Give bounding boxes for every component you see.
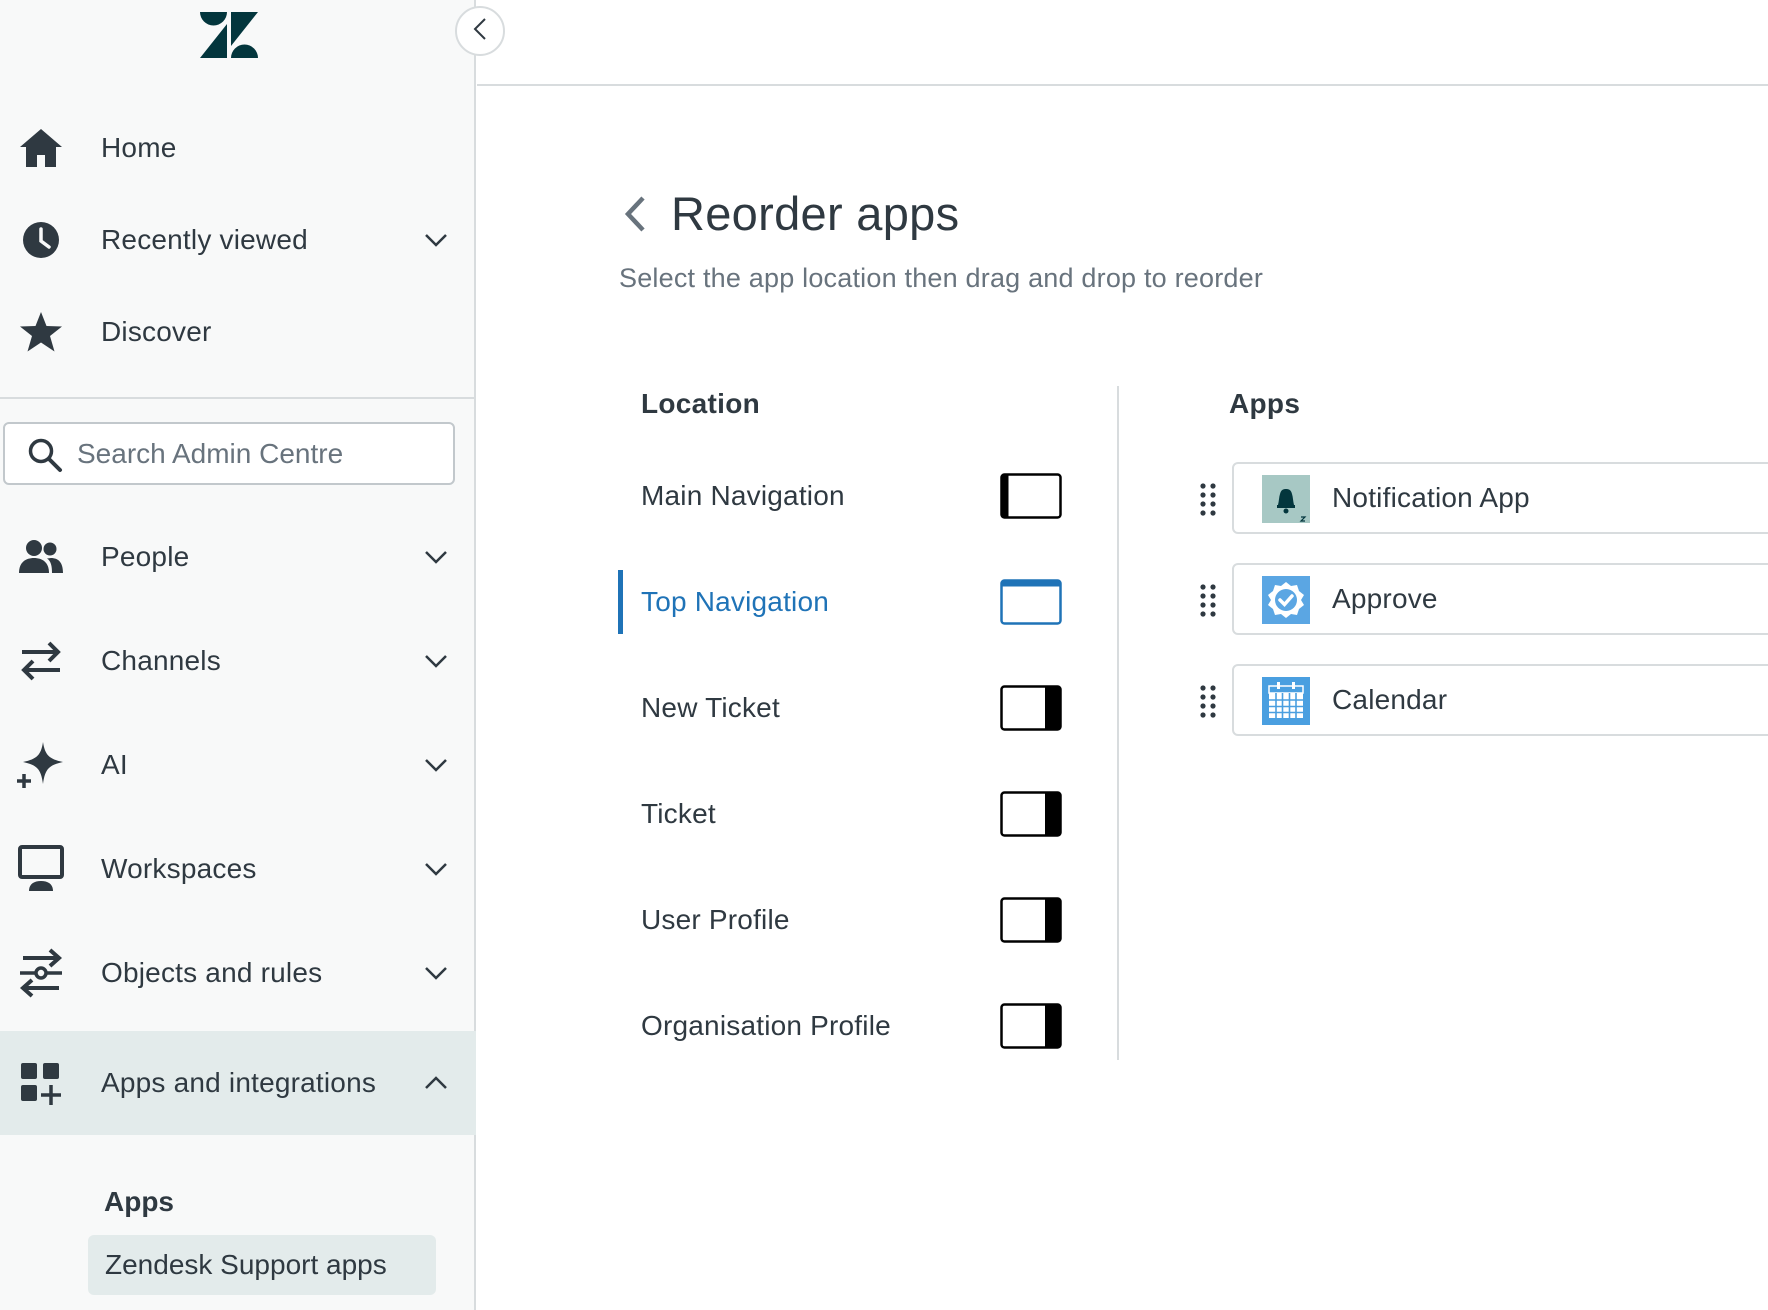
location-label: New Ticket: [641, 692, 780, 723]
sidebar-divider: [0, 397, 476, 399]
nav-item-label: Workspaces: [101, 853, 257, 884]
location-label: User Profile: [641, 904, 790, 935]
page-subtitle: Select the app location then drag and dr…: [619, 263, 1264, 293]
nav-item-label: Apps and integrations: [101, 1067, 377, 1098]
chevron-left-icon: [473, 17, 487, 46]
app-card-approve[interactable]: Approve: [1232, 563, 1768, 635]
location-item-user-profile[interactable]: User Profile: [618, 884, 1068, 956]
app-label: Approve: [1332, 583, 1438, 614]
page-title: Reorder apps: [671, 187, 960, 240]
app-row: Notification App: [1190, 462, 1768, 534]
nav-item-ai[interactable]: AI: [0, 719, 476, 811]
nav-item-channels[interactable]: Channels: [0, 615, 476, 707]
nav-item-objects-and-rules[interactable]: Objects and rules: [0, 927, 476, 1019]
bell-app-icon: [1262, 475, 1310, 523]
location-item-top-navigation[interactable]: Top Navigation: [618, 566, 1068, 638]
apps-integrations-icon: [16, 1058, 66, 1108]
nav-item-label: Home: [101, 132, 177, 163]
chevron-down-icon: [420, 645, 452, 677]
submenu-heading: Apps: [104, 1186, 174, 1217]
nav-item-recently-viewed[interactable]: Recently viewed: [0, 194, 476, 286]
app-card-notification-app[interactable]: Notification App: [1232, 462, 1768, 534]
chevron-down-icon: [420, 957, 452, 989]
nav-item-people[interactable]: People: [0, 511, 476, 603]
app-label: Notification App: [1332, 482, 1530, 513]
search-box[interactable]: [3, 422, 455, 485]
new-ticket-layout-icon: [1000, 685, 1062, 736]
back-button[interactable]: [618, 192, 652, 240]
clock-icon: [16, 215, 66, 265]
drag-handle-icon[interactable]: [1197, 684, 1219, 718]
nav-item-label: AI: [101, 749, 128, 780]
approve-badge-app-icon: [1262, 576, 1310, 624]
app-row: Calendar: [1190, 664, 1768, 736]
zendesk-logo-icon[interactable]: [200, 12, 258, 58]
location-item-ticket[interactable]: Ticket: [618, 778, 1068, 850]
drag-handle-icon[interactable]: [1197, 482, 1219, 516]
sparkle-icon: [16, 740, 66, 790]
nav-item-apps-and-integrations[interactable]: Apps and integrations: [0, 1031, 476, 1135]
nav-item-discover[interactable]: Discover: [0, 286, 476, 378]
nav-item-home[interactable]: Home: [0, 102, 476, 194]
calendar-app-icon: [1262, 677, 1310, 725]
objects-rules-icon: [16, 948, 66, 998]
nav-item-workspaces[interactable]: Workspaces: [0, 823, 476, 915]
nav-item-label: Channels: [101, 645, 221, 676]
location-label: Organisation Profile: [641, 1010, 891, 1041]
top-bar: [477, 0, 1768, 86]
nav-item-label: Recently viewed: [101, 224, 308, 255]
chevron-left-icon: [624, 195, 646, 238]
chevron-down-icon: [420, 853, 452, 885]
app-card-calendar[interactable]: Calendar: [1232, 664, 1768, 736]
app-label: Calendar: [1332, 684, 1448, 715]
user-profile-layout-icon: [1000, 897, 1062, 948]
chevron-down-icon: [420, 224, 452, 256]
chevron-down-icon: [420, 749, 452, 781]
monitor-icon: [16, 844, 66, 894]
star-icon: [16, 307, 66, 357]
main-navigation-layout-icon: [1000, 473, 1062, 524]
chevron-up-icon: [420, 1067, 452, 1099]
location-item-main-navigation[interactable]: Main Navigation: [618, 460, 1068, 532]
home-icon: [16, 123, 66, 173]
nav-item-label: People: [101, 541, 190, 572]
search-input[interactable]: [77, 430, 437, 478]
nav-item-label: Objects and rules: [101, 957, 323, 988]
location-item-organisation-profile[interactable]: Organisation Profile: [618, 990, 1068, 1062]
location-label: Top Navigation: [641, 586, 830, 617]
people-icon: [16, 532, 66, 582]
location-column-heading: Location: [641, 388, 761, 419]
location-item-new-ticket[interactable]: New Ticket: [618, 672, 1068, 744]
collapse-sidebar-button[interactable]: [455, 6, 505, 56]
location-label: Ticket: [641, 798, 716, 829]
channels-icon: [16, 636, 66, 686]
submenu-item-zendesk-support-apps[interactable]: Zendesk Support apps: [88, 1235, 436, 1295]
search-icon: [27, 437, 63, 478]
organisation-profile-layout-icon: [1000, 1003, 1062, 1054]
chevron-down-icon: [420, 541, 452, 573]
app-row: Approve: [1190, 563, 1768, 635]
nav-item-label: Discover: [101, 316, 212, 347]
apps-column-heading: Apps: [1229, 388, 1301, 419]
sidebar: Home Recently viewed Discover People: [0, 0, 476, 1310]
column-divider: [1117, 386, 1119, 1060]
top-navigation-layout-icon: [1000, 579, 1062, 630]
location-label: Main Navigation: [641, 480, 845, 511]
ticket-layout-icon: [1000, 791, 1062, 842]
drag-handle-icon[interactable]: [1197, 583, 1219, 617]
